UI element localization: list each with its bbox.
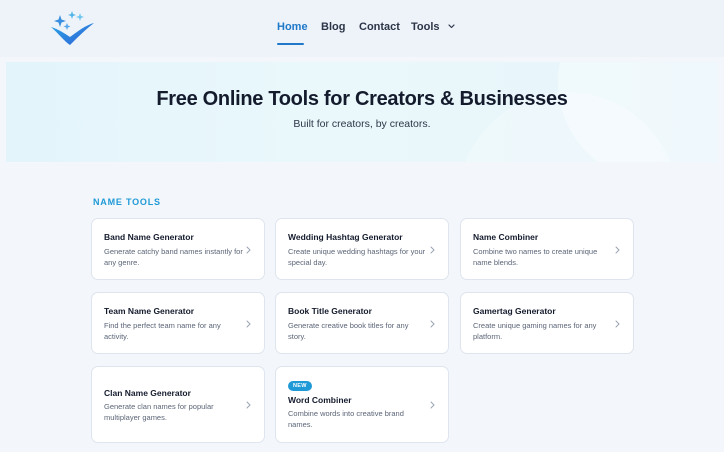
chevron-down-icon <box>447 24 455 29</box>
tool-card-book-title-generator[interactable]: Book Title Generator Generate creative b… <box>275 292 449 354</box>
card-description: Generate clan names for popular multipla… <box>104 402 214 422</box>
card-description: Create unique wedding hashtags for your … <box>288 247 426 267</box>
chevron-right-icon <box>246 401 251 409</box>
tool-card-band-name-generator[interactable]: Band Name Generator Generate catchy band… <box>91 218 265 280</box>
tool-card-name-combiner[interactable]: Name Combiner Combine two names to creat… <box>460 218 634 280</box>
card-description: Generate creative book titles for any st… <box>288 321 409 341</box>
chevron-right-icon <box>615 246 620 254</box>
card-title: Clan Name Generator <box>104 388 191 398</box>
card-title: Book Title Generator <box>288 306 372 316</box>
nav-blog[interactable]: Blog <box>321 21 345 33</box>
chevron-right-icon <box>246 320 251 328</box>
card-title: Wedding Hashtag Generator <box>288 232 403 242</box>
card-title: Gamertag Generator <box>473 306 556 316</box>
chevron-right-icon <box>430 401 435 409</box>
main-nav: Home Blog Contact Tools <box>0 0 724 57</box>
card-title: Team Name Generator <box>104 306 195 316</box>
chevron-right-icon <box>246 246 251 254</box>
card-title: Band Name Generator <box>104 232 194 242</box>
tool-card-gamertag-generator[interactable]: Gamertag Generator Create unique gaming … <box>460 292 634 354</box>
new-badge: NEW <box>288 381 312 391</box>
nav-active-indicator <box>277 43 304 45</box>
card-description: Create unique gaming names for any platf… <box>473 321 597 341</box>
chevron-right-icon <box>430 320 435 328</box>
tool-card-team-name-generator[interactable]: Team Name Generator Find the perfect tea… <box>91 292 265 354</box>
card-description: Generate catchy band names instantly for… <box>104 247 243 267</box>
section-title: NAME TOOLS <box>93 197 161 207</box>
hero-title: Free Online Tools for Creators & Busines… <box>156 88 568 110</box>
nav-tools[interactable]: Tools <box>411 21 455 33</box>
card-description: Combine words into creative brand names. <box>288 409 404 429</box>
site-header: Home Blog Contact Tools <box>0 0 724 57</box>
tool-card-clan-name-generator[interactable]: Clan Name Generator Generate clan names … <box>91 366 265 443</box>
card-title: Word Combiner <box>288 395 352 405</box>
chevron-right-icon <box>615 320 620 328</box>
card-title: Name Combiner <box>473 232 539 242</box>
hero-banner: Free Online Tools for Creators & Busines… <box>6 62 718 162</box>
card-description: Find the perfect team name for any activ… <box>104 321 221 341</box>
tool-card-wedding-hashtag-generator[interactable]: Wedding Hashtag Generator Create unique … <box>275 218 449 280</box>
hero-subtitle: Built for creators, by creators. <box>293 118 431 130</box>
tool-card-word-combiner[interactable]: NEW Word Combiner Combine words into cre… <box>275 366 449 443</box>
chevron-right-icon <box>430 246 435 254</box>
nav-contact[interactable]: Contact <box>359 21 400 33</box>
nav-tools-label: Tools <box>411 21 440 33</box>
card-description: Combine two names to create unique name … <box>473 247 598 267</box>
nav-home[interactable]: Home <box>277 21 308 33</box>
